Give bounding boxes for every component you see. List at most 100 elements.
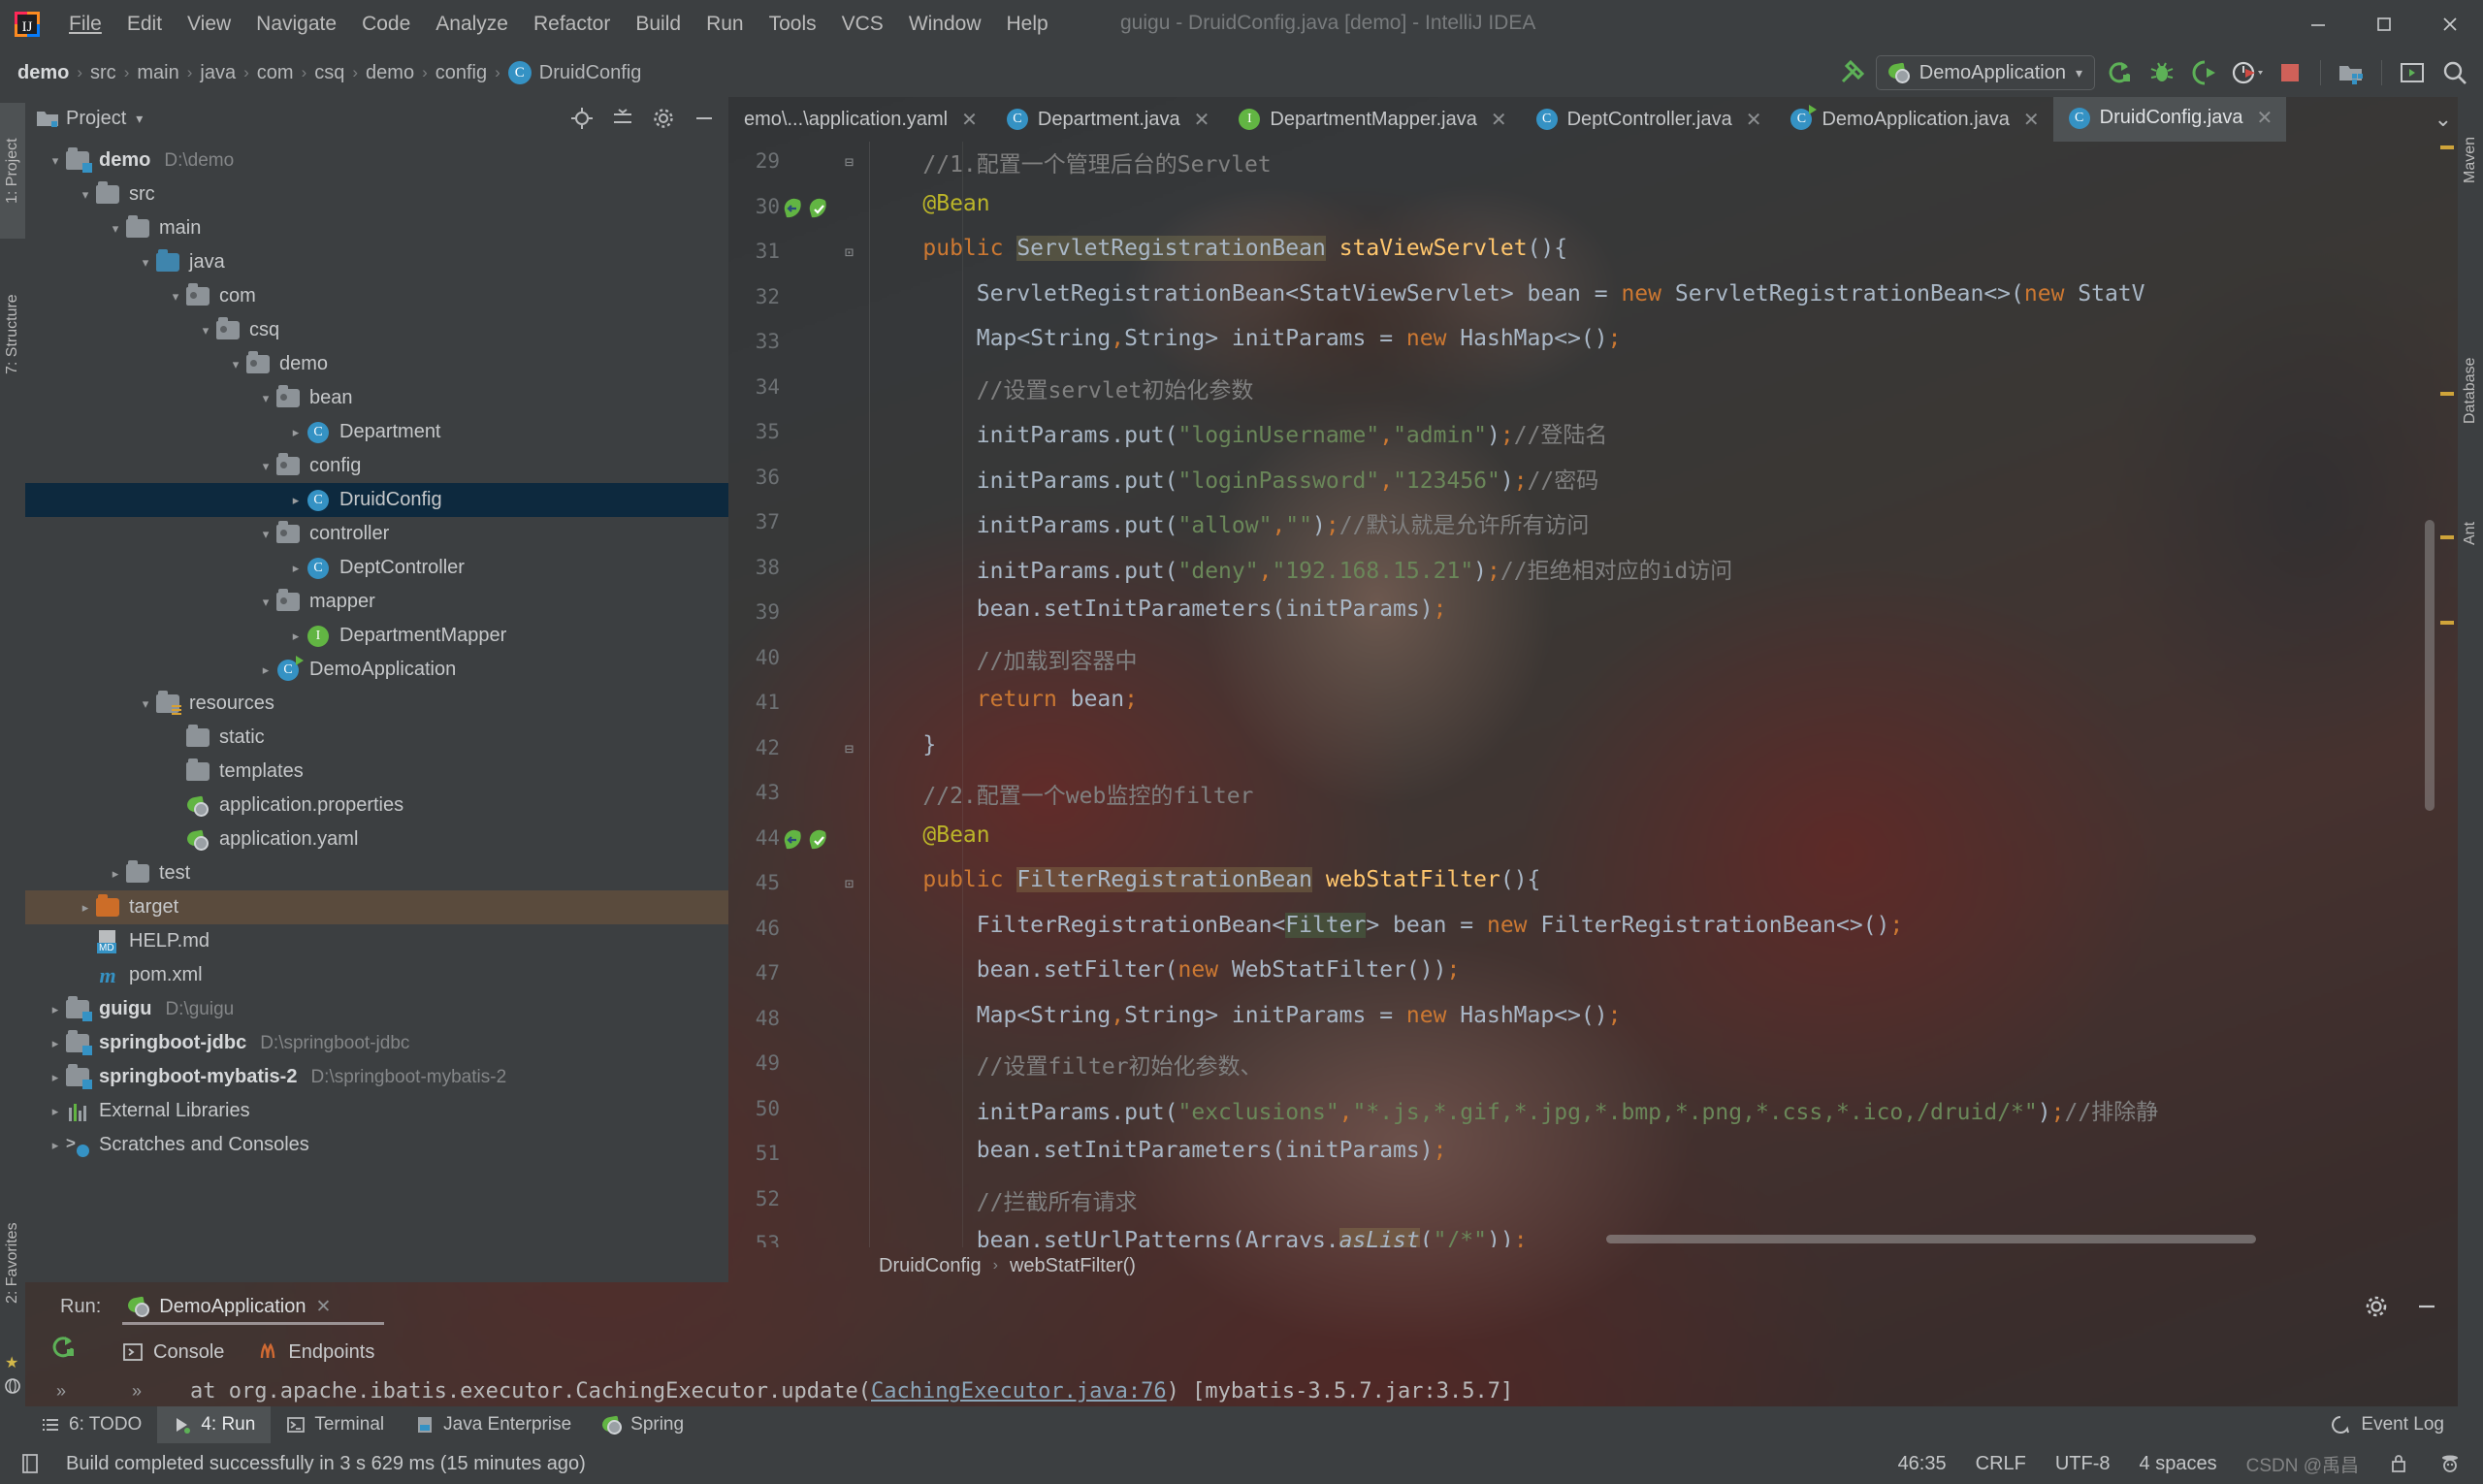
editor-tab-emo-application-yaml[interactable]: emo\...\application.yaml✕ — [728, 97, 991, 142]
bottom-tab-terminal[interactable]: Terminal — [271, 1406, 400, 1443]
bottom-tab-spring[interactable]: Spring — [587, 1406, 699, 1443]
editor-breadcrumb-method[interactable]: webStatFilter() — [1010, 1255, 1136, 1277]
close-icon[interactable]: ✕ — [2257, 106, 2273, 130]
tree-item-druidconfig[interactable]: ▸CDruidConfig — [25, 483, 728, 517]
tree-item-com[interactable]: ▾com — [25, 279, 728, 313]
bottom-tab-java-enterprise[interactable]: Java Enterprise — [400, 1406, 587, 1443]
menu-code[interactable]: Code — [349, 9, 423, 40]
collapse-all-icon[interactable] — [610, 106, 635, 131]
breadcrumb-demo-pkg[interactable]: demo — [366, 62, 414, 84]
menu-build[interactable]: Build — [623, 9, 693, 40]
tree-item-demoapplication[interactable]: ▸CDemoApplication — [25, 653, 728, 687]
tree-item-src[interactable]: ▾src — [25, 177, 728, 211]
menu-file[interactable]: File — [56, 9, 114, 40]
breadcrumb-druidconfig[interactable]: DruidConfig — [539, 62, 642, 84]
tree-item-controller[interactable]: ▾controller — [25, 517, 728, 551]
code-line[interactable]: //拦截所有请求 — [869, 1183, 1137, 1216]
code-line[interactable]: public FilterRegistrationBean webStatFil… — [869, 867, 1540, 892]
code-line[interactable]: @Bean — [869, 191, 990, 216]
tool-window-tab-favorites[interactable]: 2: Favorites — [0, 1183, 25, 1343]
project-tree[interactable]: ▾demoD:\demo▾src▾main▾java▾com▾csq▾demo▾… — [25, 140, 728, 1162]
menu-refactor[interactable]: Refactor — [521, 9, 623, 40]
editor-tab-deptcontroller-java[interactable]: CDeptController.java✕ — [1521, 97, 1776, 142]
read-only-icon[interactable] — [2388, 1452, 2409, 1475]
editor-vertical-scrollbar[interactable] — [2425, 520, 2435, 811]
tree-item-department[interactable]: ▸CDepartment — [25, 415, 728, 449]
tree-item-config[interactable]: ▾config — [25, 449, 728, 483]
tool-window-tab-maven[interactable]: Maven — [2458, 107, 2483, 213]
chevron-down-icon[interactable]: ▾ — [75, 187, 96, 203]
search-everywhere-icon[interactable] — [2436, 54, 2473, 91]
chevron-down-icon[interactable]: ▾ — [255, 595, 276, 610]
chevron-down-icon[interactable]: ▾ — [136, 111, 143, 127]
code-line[interactable]: //1.配置一个管理后台的Servlet — [869, 145, 1272, 178]
editor-marker-bar[interactable] — [2436, 142, 2458, 1247]
settings-gear-icon[interactable] — [2363, 1293, 2390, 1320]
tree-item-mapper[interactable]: ▾mapper — [25, 585, 728, 619]
chevron-right-icon[interactable]: ▸ — [45, 1104, 66, 1119]
close-button[interactable] — [2417, 0, 2483, 48]
tree-item-demo[interactable]: ▾demo — [25, 347, 728, 381]
maximize-button[interactable] — [2351, 0, 2417, 48]
chevron-right-icon[interactable]: ▸ — [285, 561, 306, 576]
debug-icon[interactable] — [2144, 54, 2180, 91]
line-separator[interactable]: CRLF — [1976, 1453, 2026, 1475]
terminal-icon[interactable] — [2394, 54, 2431, 91]
hide-icon[interactable] — [2413, 1293, 2440, 1320]
bean-override-icon[interactable] — [781, 828, 804, 852]
expand-icon[interactable]: » — [56, 1381, 66, 1402]
code-line[interactable]: ServletRegistrationBean<StatViewServlet>… — [869, 281, 2145, 306]
menu-view[interactable]: View — [175, 9, 243, 40]
close-icon[interactable]: ✕ — [961, 108, 978, 132]
code-line[interactable]: //设置filter初始化参数、 — [869, 1048, 1263, 1081]
chevron-right-icon[interactable]: ▸ — [45, 1036, 66, 1051]
tree-item-scratches-and-consoles[interactable]: ▸Scratches and Consoles — [25, 1128, 728, 1162]
caret-position[interactable]: 46:35 — [1898, 1453, 1947, 1475]
menu-tools[interactable]: Tools — [757, 9, 829, 40]
tree-item-pom-xml[interactable]: mpom.xml — [25, 958, 728, 992]
tree-item-application-yaml[interactable]: application.yaml — [25, 823, 728, 856]
close-icon[interactable]: ✕ — [2023, 108, 2040, 132]
chevron-down-icon[interactable]: ▾ — [255, 527, 276, 542]
tool-window-tab-project[interactable]: 1: Project — [0, 103, 25, 239]
menu-help[interactable]: Help — [994, 9, 1061, 40]
tree-item-resources[interactable]: ▾resources — [25, 687, 728, 721]
menu-vcs[interactable]: VCS — [829, 9, 896, 40]
menu-run[interactable]: Run — [693, 9, 757, 40]
code-line[interactable]: return bean; — [869, 687, 1138, 712]
locate-icon[interactable] — [569, 106, 595, 131]
tree-item-bean[interactable]: ▾bean — [25, 381, 728, 415]
chevron-down-icon[interactable]: ▾ — [2076, 65, 2082, 81]
editor-tab-department-java[interactable]: CDepartment.java✕ — [991, 97, 1224, 142]
spring-bean-icon[interactable] — [806, 197, 829, 220]
tree-item-application-properties[interactable]: application.properties — [25, 789, 728, 823]
main-menu[interactable]: File Edit View Navigate Code Analyze Ref… — [56, 9, 1061, 40]
code-line[interactable]: Map<String,String> initParams = new Hash… — [869, 1003, 1621, 1028]
close-icon[interactable]: ✕ — [1491, 108, 1507, 132]
menu-edit[interactable]: Edit — [114, 9, 175, 40]
run-content-tabs[interactable]: Console Endpoints — [122, 1329, 374, 1375]
code-fold-handle[interactable]: ⊡ — [845, 243, 854, 261]
close-icon[interactable]: ✕ — [1194, 108, 1210, 132]
code-line[interactable]: bean.setInitParameters(initParams); — [869, 597, 1446, 622]
chevron-right-icon[interactable]: ▸ — [75, 900, 96, 916]
chevron-down-icon[interactable]: ▾ — [165, 289, 186, 305]
breadcrumb-config[interactable]: config — [435, 62, 487, 84]
run-configuration-selector[interactable]: DemoApplication ▾ — [1876, 55, 2095, 90]
menu-navigate[interactable]: Navigate — [243, 9, 349, 40]
event-log-button[interactable]: Event Log — [2330, 1414, 2444, 1436]
code-line[interactable]: Map<String,String> initParams = new Hash… — [869, 326, 1621, 351]
run-with-coverage-icon[interactable] — [2186, 54, 2223, 91]
tree-item-csq[interactable]: ▾csq — [25, 313, 728, 347]
tree-item-deptcontroller[interactable]: ▸CDeptController — [25, 551, 728, 585]
tree-item-main[interactable]: ▾main — [25, 211, 728, 245]
tree-item-templates[interactable]: templates — [25, 755, 728, 789]
code-line[interactable]: } — [869, 732, 936, 758]
profiler-icon[interactable] — [2229, 54, 2266, 91]
tool-window-tab-ant[interactable]: Ant — [2458, 504, 2483, 563]
hide-icon[interactable] — [692, 106, 717, 131]
code-line[interactable]: bean.setUrlPatterns(Arrays.asList("/*"))… — [869, 1228, 1528, 1247]
code-line[interactable]: initParams.put("exclusions","*.js,*.gif,… — [869, 1093, 2158, 1126]
breadcrumb-com[interactable]: com — [257, 62, 294, 84]
chevron-down-icon[interactable]: ▾ — [225, 357, 246, 372]
